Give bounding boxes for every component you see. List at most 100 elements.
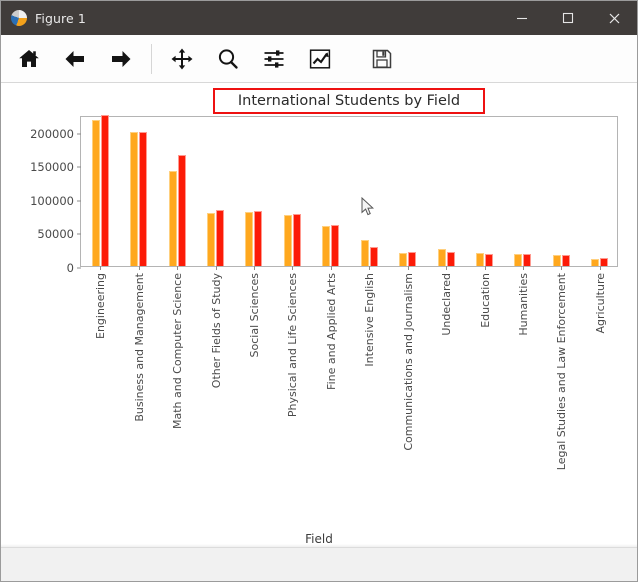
- configure-subplots-icon: [264, 49, 284, 68]
- bar-group: [312, 115, 350, 266]
- x-tick-mark: [407, 266, 409, 270]
- figure-canvas[interactable]: International Students by Field 2016 201…: [1, 84, 637, 547]
- bar-2017: [331, 225, 340, 266]
- y-tick-label: 150000: [30, 160, 74, 175]
- home-icon: [19, 49, 39, 67]
- x-tick-label: Communications and Journalism: [401, 273, 415, 451]
- minimize-button[interactable]: [499, 1, 545, 35]
- bar-group: [388, 115, 426, 266]
- bar-2016: [168, 170, 177, 266]
- bar-2017: [561, 254, 570, 266]
- navigation-toolbar: [1, 35, 637, 83]
- bar-group: [542, 115, 580, 266]
- x-tick-mark: [484, 266, 486, 270]
- y-tick-label: 200000: [30, 126, 74, 141]
- x-tick-mark: [561, 266, 563, 270]
- save-button[interactable]: [365, 42, 399, 76]
- bar-2016: [514, 253, 523, 266]
- bar-2017: [600, 257, 609, 266]
- x-tick-mark: [215, 266, 217, 270]
- save-floppy-icon: [372, 49, 392, 68]
- x-tick-label: Physical and Life Sciences: [286, 273, 300, 418]
- y-tick-label: 100000: [30, 193, 74, 208]
- plot-area: 0 50000 100000 150000 200000 Engineering Busi…: [30, 115, 618, 470]
- zoom-magnifier-icon: [218, 48, 238, 69]
- close-icon: [609, 13, 619, 23]
- pan-move-icon: [171, 48, 193, 69]
- bar-group: [235, 115, 273, 266]
- bar-2017: [177, 154, 186, 266]
- bar-2016: [591, 258, 600, 266]
- bar-group: [119, 115, 157, 266]
- y-tick-label: 50000: [37, 227, 74, 242]
- figure-window: Figure 1 International Students by Field…: [0, 0, 638, 582]
- x-tick-mark: [522, 266, 524, 270]
- x-tick-label: Social Sciences: [247, 273, 261, 358]
- bar-2017: [139, 131, 148, 266]
- home-button[interactable]: [12, 42, 46, 76]
- x-tick-label: Engineering: [94, 273, 108, 339]
- pan-button[interactable]: [165, 42, 199, 76]
- chart-title-annotation: International Students by Field: [213, 88, 485, 114]
- bar-2016: [91, 120, 100, 266]
- maximize-button[interactable]: [545, 1, 591, 35]
- x-tick-label: Undeclared: [440, 273, 454, 336]
- bar-group: [158, 115, 196, 266]
- x-tick-mark: [599, 266, 601, 270]
- forward-button[interactable]: [104, 42, 138, 76]
- x-tick-label: Agriculture: [593, 273, 607, 334]
- bar-2016: [399, 252, 408, 266]
- bar-2017: [100, 115, 109, 266]
- window-title: Figure 1: [35, 10, 86, 26]
- bar-2016: [322, 225, 331, 266]
- window-status-strip: [1, 547, 637, 581]
- edit-curves-button[interactable]: [303, 42, 337, 76]
- x-tick-mark: [253, 266, 255, 270]
- zoom-button[interactable]: [211, 42, 245, 76]
- minimize-icon: [517, 17, 527, 20]
- bar-2017: [446, 251, 455, 266]
- bar-group: [465, 115, 503, 266]
- bar-2017: [523, 253, 532, 266]
- bar-group: [350, 115, 388, 266]
- x-tick-mark: [330, 266, 332, 270]
- bar-2016: [206, 212, 215, 266]
- bar-2016: [552, 255, 561, 266]
- x-tick-mark: [446, 266, 448, 270]
- x-tick-mark: [292, 266, 294, 270]
- x-tick-label: Other Fields of Study: [209, 273, 223, 389]
- bar-2016: [245, 212, 254, 266]
- bar-2016: [283, 215, 292, 266]
- bar-group: [427, 115, 465, 266]
- back-button[interactable]: [58, 42, 92, 76]
- page-title: International Students by Field: [237, 93, 461, 109]
- toolbar-divider-1: [151, 43, 152, 74]
- bar-group: [81, 115, 119, 266]
- bar-2017: [369, 246, 378, 266]
- x-tick-mark: [369, 266, 371, 270]
- x-tick-mark: [138, 266, 140, 270]
- x-tick-label: Business and Management: [132, 273, 146, 422]
- x-tick-label: Intensive English: [363, 273, 377, 367]
- x-tick-label: Legal Studies and Law Enforcement: [555, 273, 569, 471]
- bar-2017: [215, 209, 224, 266]
- bar-2016: [475, 253, 484, 266]
- y-tick-mark: [77, 267, 81, 269]
- x-tick-label: Fine and Applied Arts: [324, 273, 338, 390]
- back-arrow-icon: [65, 50, 84, 67]
- x-tick-mark: [100, 266, 102, 270]
- x-tick-label: Humanities: [516, 273, 530, 336]
- edit-curves-icon: [309, 48, 331, 69]
- maximize-icon: [562, 12, 574, 24]
- x-tick-label: Education: [478, 273, 492, 328]
- bar-2017: [408, 252, 417, 266]
- close-button[interactable]: [591, 1, 637, 35]
- bar-2016: [360, 239, 369, 266]
- configure-subplots-button[interactable]: [257, 42, 291, 76]
- x-tick-mark: [177, 266, 179, 270]
- bar-group: [273, 115, 311, 266]
- bar-group: [196, 115, 234, 266]
- x-tick-label: Math and Computer Science: [171, 273, 185, 430]
- bar-group: [504, 115, 542, 266]
- bar-2016: [130, 131, 139, 266]
